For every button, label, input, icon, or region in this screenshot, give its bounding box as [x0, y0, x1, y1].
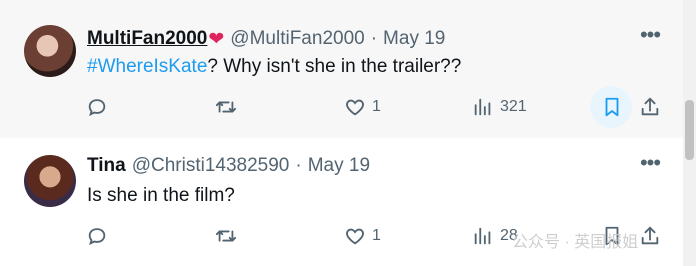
username-handle[interactable]: @Christi14382590 — [132, 155, 290, 177]
separator-dot: · — [295, 155, 302, 176]
tweet-item[interactable]: MultiFan2000 ❤ @MultiFan2000 · May 19 ••… — [0, 0, 683, 138]
reply-button[interactable] — [86, 216, 108, 256]
heart-icon — [346, 99, 364, 116]
like-count: 1 — [372, 98, 381, 115]
tweet-text-content: ? Why isn't she in the trailer?? — [207, 56, 462, 77]
retweet-icon — [215, 101, 237, 113]
share-button[interactable] — [639, 216, 661, 256]
scrollbar-thumb[interactable] — [685, 100, 694, 160]
heart-badge-icon: ❤ — [208, 28, 225, 50]
avatar[interactable] — [24, 155, 76, 207]
reply-icon — [88, 228, 106, 246]
tweet-text-content: Is she in the film? — [87, 185, 235, 206]
tweet-header: MultiFan2000 ❤ @MultiFan2000 · May 19 — [87, 26, 445, 52]
retweet-button[interactable] — [215, 87, 237, 127]
tweet-text: #WhereIsKate? Why isn't she in the trail… — [87, 56, 461, 78]
view-count: 321 — [500, 98, 527, 115]
action-bar: 1 321 — [0, 86, 683, 128]
tweet-header: Tina @Christi14382590 · May 19 — [87, 153, 370, 179]
bookmark-icon — [605, 97, 619, 117]
scrollbar[interactable] — [683, 0, 696, 266]
retweet-icon — [215, 230, 237, 242]
heart-icon — [346, 228, 364, 245]
retweet-button[interactable] — [215, 216, 237, 256]
username-handle[interactable]: @MultiFan2000 — [230, 28, 364, 50]
tweet-text: Is she in the film? — [87, 185, 235, 207]
timestamp[interactable]: May 19 — [308, 155, 370, 177]
timestamp[interactable]: May 19 — [383, 28, 445, 50]
separator-dot: · — [370, 28, 378, 49]
views-chart-icon — [474, 227, 491, 245]
views-chart-icon — [474, 98, 491, 116]
like-button[interactable]: 1 — [344, 87, 381, 127]
more-options-icon[interactable]: ••• — [639, 24, 661, 52]
share-button[interactable] — [639, 87, 661, 127]
share-icon — [641, 97, 659, 116]
like-button[interactable]: 1 — [344, 216, 381, 256]
reply-icon — [88, 99, 106, 117]
views-button[interactable]: 321 — [472, 87, 527, 127]
avatar[interactable] — [24, 25, 76, 77]
hashtag-link[interactable]: #WhereIsKate — [87, 56, 207, 77]
views-button[interactable]: 28 — [472, 216, 518, 256]
reply-button[interactable] — [86, 87, 108, 127]
more-options-icon[interactable]: ••• — [639, 152, 661, 180]
bookmark-button[interactable] — [601, 87, 623, 127]
display-name[interactable]: Tina — [87, 155, 126, 177]
display-name[interactable]: MultiFan2000 — [87, 28, 207, 50]
share-icon — [641, 226, 659, 245]
watermark-text: 公众号 · 英国报姐 — [512, 234, 639, 251]
like-count: 1 — [372, 227, 381, 244]
